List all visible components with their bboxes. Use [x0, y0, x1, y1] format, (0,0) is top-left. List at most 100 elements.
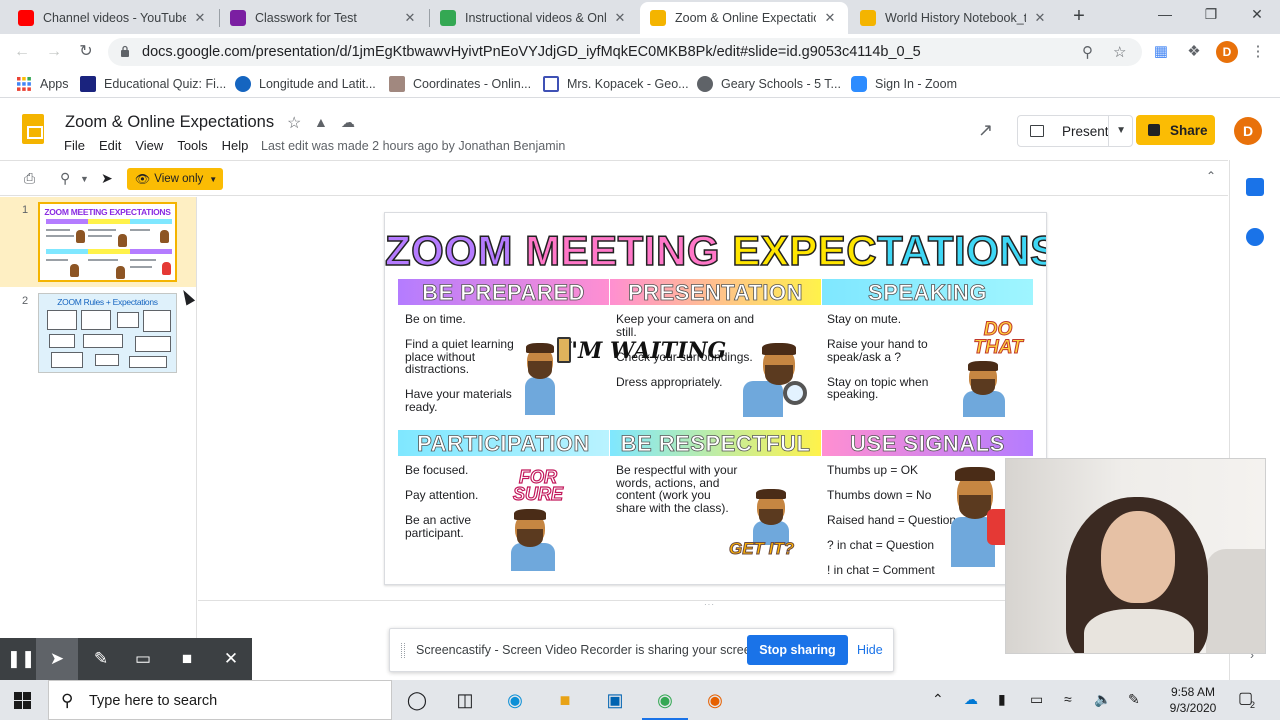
task-view-icon[interactable]: ◫ [452, 688, 478, 712]
bookmark-zoom-signin[interactable]: Sign In - Zoom [851, 76, 957, 92]
present-button[interactable]: Present ▼ [1017, 115, 1133, 147]
bitmoji-magnifier [743, 341, 813, 417]
lock-icon [121, 45, 129, 57]
account-avatar[interactable]: D [1234, 117, 1262, 145]
close-toolbar-icon[interactable]: ✕ [210, 638, 252, 680]
be-prepared-list: Be on time. Find a quiet learning place … [405, 313, 525, 426]
star-icon[interactable]: ☆ [287, 113, 301, 133]
reload-icon[interactable]: ↻ [75, 41, 97, 63]
bookmark-mrs-kopacek[interactable]: Mrs. Kopacek - Geo... [543, 76, 689, 92]
show-hidden-icons-chevron-icon[interactable]: ⌃ [932, 691, 944, 708]
coordinates-site-icon [389, 76, 405, 92]
tasks-icon[interactable] [1246, 228, 1264, 246]
file-explorer-icon[interactable]: ■ [552, 688, 578, 712]
taskbar-search-box[interactable]: ⚲ Type here to search [48, 680, 392, 720]
minimize-window-button[interactable]: — [1150, 4, 1180, 24]
browser-tab-youtube[interactable]: Channel videos - YouTube Studio ✕ [8, 2, 218, 34]
restore-window-button[interactable]: ❐ [1196, 4, 1226, 24]
pen-tool-icon[interactable]: ✎ [80, 638, 122, 680]
extensions-puzzle-icon[interactable]: ❖ [1184, 42, 1204, 62]
close-tab-icon[interactable]: ✕ [612, 10, 628, 26]
collapse-chevron-up-icon[interactable]: ⌃ [1206, 169, 1216, 183]
browser-menu-icon[interactable]: ⋮ [1248, 42, 1268, 62]
zoom-icon[interactable]: ⚲ [60, 170, 70, 187]
list-item: Raise your hand to speak/ask a ? [827, 337, 928, 364]
thumbnail-text-line [130, 259, 156, 261]
microsoft-store-icon[interactable]: ▣ [602, 688, 628, 712]
document-title[interactable]: Zoom & Online Expectations [65, 113, 274, 132]
slide-thumbnail-1[interactable]: ZOOM MEETING EXPECTATIONS [38, 202, 177, 282]
view-only-dropdown[interactable]: 👁 View only ▼ [127, 168, 223, 190]
move-to-folder-icon[interactable]: ▲ [314, 114, 328, 130]
resize-handle-icon[interactable]: ··· [704, 600, 715, 609]
taskbar-clock[interactable]: 9:58 AM 9/3/2020 [1158, 684, 1228, 716]
drag-handle-icon[interactable] [401, 643, 405, 658]
stop-sharing-button[interactable]: Stop sharing [747, 635, 848, 665]
thumbnail-rule-box [51, 352, 83, 368]
thumbnail-rule-box [47, 310, 77, 330]
zoom-dropdown-icon[interactable]: ▼ [80, 174, 89, 184]
menu-view[interactable]: View [135, 138, 163, 153]
zoom-search-icon[interactable]: ⚲ [1082, 43, 1093, 61]
edge-browser-icon[interactable]: ◉ [502, 688, 528, 712]
tab-title: World History Notebook_te [885, 11, 1026, 25]
address-bar[interactable]: docs.google.com/presentation/d/1jmEgKtbw… [108, 38, 1142, 66]
last-edit-link[interactable]: Last edit was made 2 hours ago by Jonath… [261, 139, 565, 153]
cortana-icon[interactable]: ◯ [404, 688, 430, 712]
menu-edit[interactable]: Edit [99, 138, 121, 153]
slide-thumbnail-2[interactable]: ZOOM Rules + Expectations [38, 293, 177, 373]
close-tab-icon[interactable]: ✕ [402, 10, 418, 26]
webcam-preview[interactable] [1005, 458, 1266, 654]
microphone-icon[interactable]: ▮ [998, 691, 1006, 708]
bookmark-geary-schools[interactable]: Geary Schools - 5 T... [697, 76, 841, 92]
browser-profile-avatar[interactable]: D [1216, 41, 1238, 63]
windows-start-icon[interactable] [14, 692, 32, 709]
menu-tools[interactable]: Tools [177, 138, 207, 153]
title-part-zoom: ZOOM [385, 226, 526, 275]
bookmark-longitude-latitude[interactable]: Longitude and Latit... [235, 76, 376, 92]
browser-tab-instructional-videos[interactable]: Instructional videos & Online ✕ [430, 2, 638, 34]
back-arrow-icon[interactable]: ← [11, 41, 33, 63]
notification-count: 2 [1250, 700, 1256, 710]
close-window-button[interactable]: ✕ [1242, 4, 1272, 24]
firefox-browser-icon[interactable]: ◉ [702, 688, 728, 712]
menu-file[interactable]: File [64, 138, 85, 153]
wifi-icon[interactable]: ≈ [1064, 691, 1072, 707]
hide-notification-link[interactable]: Hide [857, 643, 883, 657]
eraser-tool-icon[interactable]: ▭ [122, 638, 164, 680]
browser-tab-zoom-expectations[interactable]: Zoom & Online Expectations ✕ [640, 2, 848, 34]
print-icon[interactable]: ⎙ [24, 170, 35, 187]
bookmark-coordinates[interactable]: Coordinates - Onlin... [389, 76, 531, 92]
list-item: Stay on mute. [827, 312, 902, 326]
thumbnail-bitmoji [118, 234, 127, 247]
browser-tab-classwork[interactable]: Classwork for Test ✕ [220, 2, 428, 34]
google-slides-logo-icon[interactable] [22, 114, 44, 144]
bookmark-educational-quiz[interactable]: Educational Quiz: Fi... [80, 76, 226, 92]
forward-arrow-icon[interactable]: → [43, 41, 65, 63]
pen-workspace-icon[interactable]: ✎ [1128, 691, 1140, 708]
cursor-tool-icon[interactable]: ➤ [36, 638, 78, 680]
browser-tab-world-history[interactable]: World History Notebook_te ✕ [850, 2, 1058, 34]
share-button[interactable]: Share [1136, 115, 1215, 145]
close-tab-icon[interactable]: ✕ [192, 10, 208, 26]
activity-trend-icon[interactable]: ↗ [978, 120, 993, 141]
select-pointer-icon[interactable]: ➤ [101, 170, 113, 187]
camera-toggle-icon[interactable]: ■ [166, 638, 208, 680]
bookmark-apps[interactable]: Apps [16, 76, 69, 92]
new-tab-button[interactable]: + [1068, 5, 1090, 27]
tab-title: Instructional videos & Online [465, 11, 606, 25]
bookmark-label: Apps [40, 77, 69, 91]
translate-extension-icon[interactable]: ▦ [1151, 42, 1171, 62]
present-dropdown-icon[interactable]: ▼ [1108, 116, 1126, 146]
onedrive-cloud-icon[interactable]: ☁ [964, 691, 978, 708]
list-item: Be focused. [405, 463, 469, 477]
close-tab-icon[interactable]: ✕ [1032, 10, 1048, 26]
calendar-icon[interactable] [1246, 178, 1264, 196]
battery-icon[interactable]: ▭ [1030, 691, 1043, 708]
volume-icon[interactable]: 🔈 [1094, 691, 1111, 708]
close-tab-icon[interactable]: ✕ [822, 10, 838, 26]
bookmark-star-icon[interactable]: ☆ [1113, 43, 1126, 61]
current-slide[interactable]: ZOOM MEETING EXPECTATIONS BE PREPARED PR… [384, 212, 1047, 585]
menu-help[interactable]: Help [222, 138, 249, 153]
chrome-browser-icon[interactable]: ◉ [642, 688, 688, 720]
